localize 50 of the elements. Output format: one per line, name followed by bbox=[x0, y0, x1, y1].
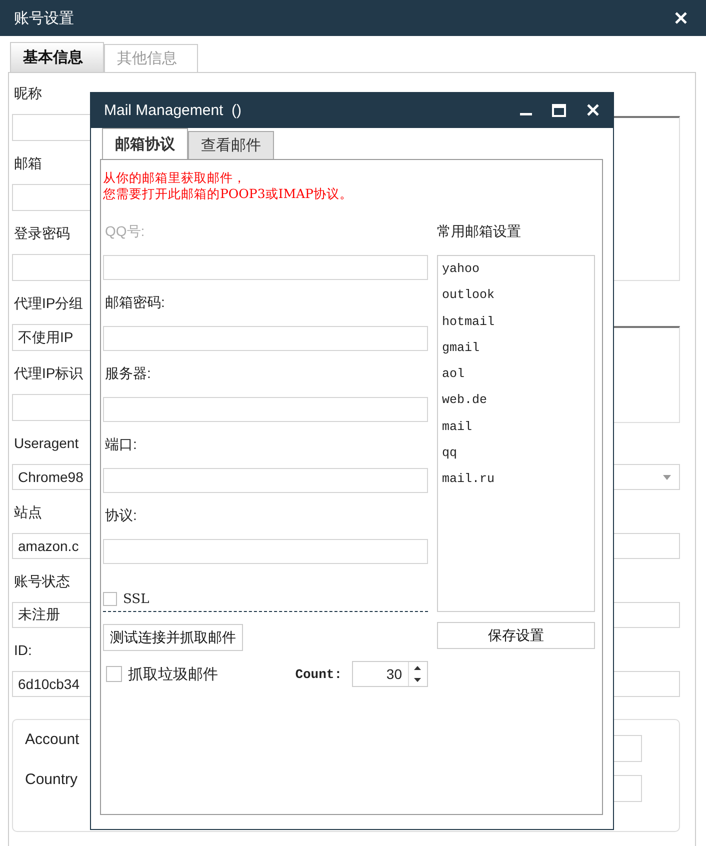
list-item[interactable]: web.de bbox=[442, 390, 590, 417]
field-label: 代理IP标识 bbox=[13, 364, 84, 383]
list-item[interactable]: mail bbox=[442, 416, 590, 444]
checkbox-label: 抓取垃圾邮件 bbox=[128, 664, 218, 684]
list-item[interactable]: aol bbox=[442, 364, 590, 390]
input-field[interactable] bbox=[103, 255, 428, 280]
field-label: ID: bbox=[13, 641, 32, 660]
field-label: Country bbox=[24, 770, 79, 790]
input-field[interactable] bbox=[103, 468, 428, 493]
count-label: Count: bbox=[295, 666, 342, 682]
list-item[interactable]: hotmail bbox=[442, 312, 590, 338]
field-label: 站点 bbox=[13, 503, 42, 522]
close-icon[interactable] bbox=[674, 11, 688, 25]
field-label: 服务器: bbox=[104, 364, 151, 383]
field-label: Useragent bbox=[13, 434, 79, 453]
test-fetch-button[interactable]: 测试连接并抓取邮件 bbox=[103, 624, 243, 651]
field-label: 账号状态 bbox=[13, 572, 70, 591]
save-button[interactable]: 保存设置 bbox=[437, 622, 595, 649]
notice-text: 从你的邮箱里获取邮件， bbox=[103, 170, 247, 186]
input-field[interactable] bbox=[103, 326, 428, 351]
list-item[interactable]: yahoo bbox=[442, 259, 590, 286]
field-label: Account bbox=[24, 730, 80, 750]
field-label: 协议: bbox=[104, 506, 137, 525]
input-field[interactable] bbox=[103, 397, 428, 422]
tab[interactable]: 邮箱协议 bbox=[102, 128, 188, 159]
list-item[interactable]: qq bbox=[442, 443, 590, 470]
checkbox[interactable] bbox=[103, 592, 117, 606]
dropdown-arrow-icon bbox=[663, 475, 671, 480]
close-icon[interactable] bbox=[586, 103, 600, 117]
window-title: Mail Management () bbox=[104, 102, 243, 118]
count-spinner[interactable]: 30 bbox=[352, 661, 428, 687]
input-field[interactable] bbox=[103, 539, 428, 564]
field-label: 代理IP分组 bbox=[13, 294, 84, 313]
section-title: 常用邮箱设置 bbox=[437, 222, 522, 241]
field-label: 端口: bbox=[104, 435, 137, 454]
maximize-icon[interactable] bbox=[552, 104, 566, 116]
tab[interactable]: 查看邮件 bbox=[188, 131, 274, 159]
list-item[interactable]: gmail bbox=[442, 338, 590, 364]
field-label: 昵称 bbox=[13, 84, 42, 103]
window-title: 账号设置 bbox=[14, 8, 74, 28]
list-item[interactable]: mail.ru bbox=[442, 469, 590, 496]
field-label: 邮箱 bbox=[13, 154, 42, 173]
checkbox[interactable] bbox=[106, 666, 122, 682]
tab[interactable]: 基本信息 bbox=[10, 42, 104, 72]
list-item[interactable]: outlook bbox=[442, 285, 590, 312]
field-label: 登录密码 bbox=[13, 224, 70, 243]
checkbox-label: SSL bbox=[123, 592, 150, 606]
field-label: 邮箱密码: bbox=[104, 293, 165, 312]
field-label: QQ号: bbox=[104, 222, 145, 241]
notice-text: 您需要打开此邮箱的POOP3或IMAP协议。 bbox=[103, 186, 354, 202]
